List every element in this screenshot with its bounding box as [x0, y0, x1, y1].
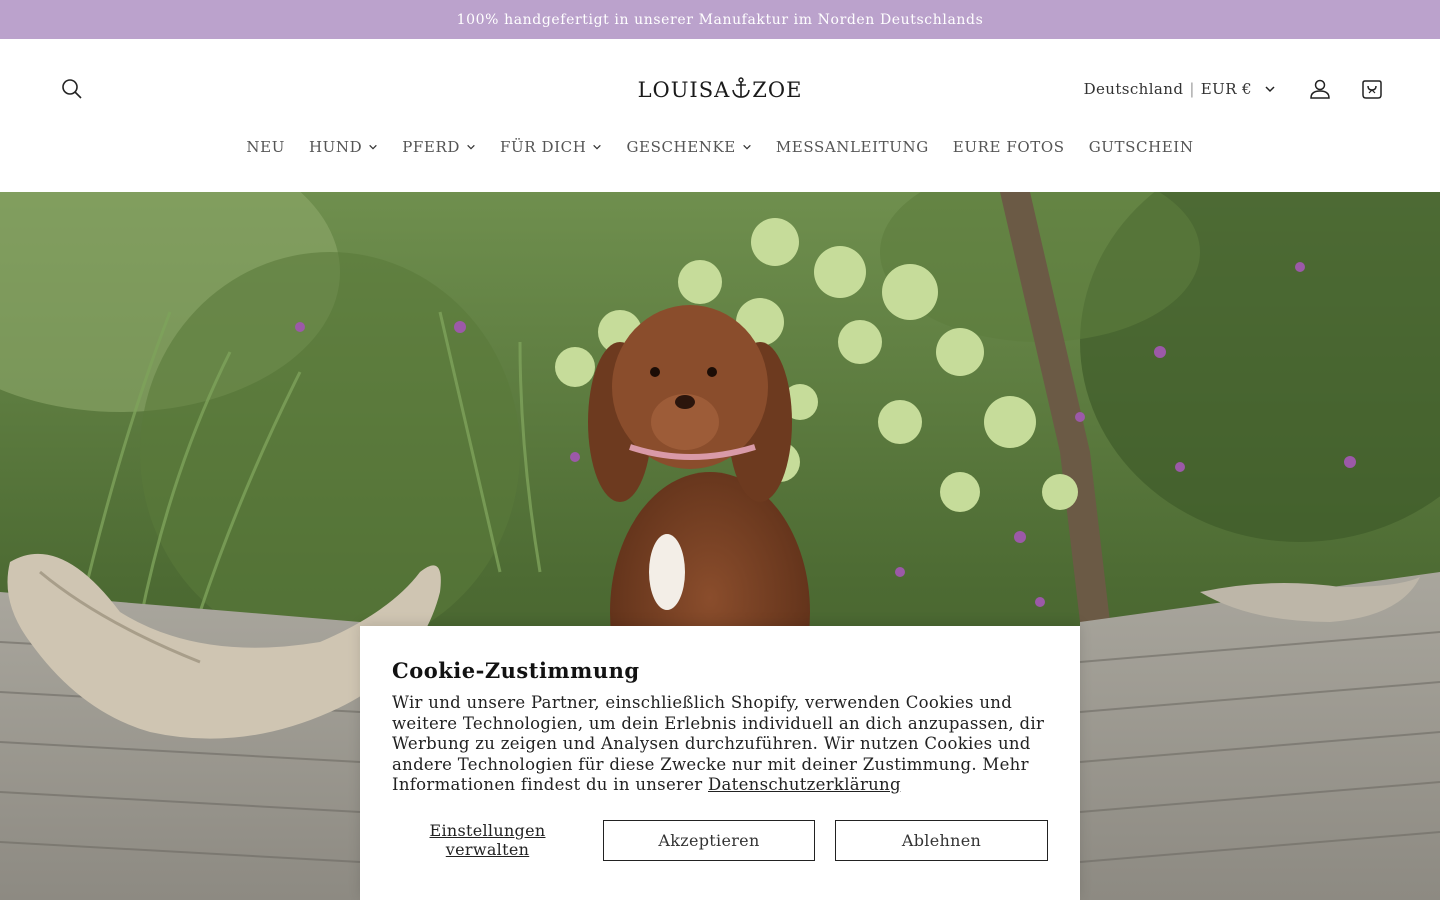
nav-item-gutschein[interactable]: GUTSCHEIN — [1077, 138, 1206, 156]
locale-selector[interactable]: Deutschland | EUR € — [1084, 80, 1284, 98]
cart-icon — [1362, 80, 1382, 99]
nav-item-geschenke[interactable]: GESCHENKE — [614, 138, 763, 156]
locale-currency: EUR € — [1200, 80, 1252, 98]
user-icon — [1310, 79, 1330, 99]
nav-item-label: EURE FOTOS — [952, 138, 1065, 156]
locale-country: Deutschland — [1083, 80, 1184, 98]
logo-text-right: ZOE — [752, 78, 803, 102]
chevron-down-icon — [593, 144, 602, 150]
privacy-policy-link[interactable]: Datenschutzerklärung — [708, 775, 901, 794]
cookie-title: Cookie-Zustimmung — [392, 658, 640, 683]
nav-item-neu[interactable]: NEU — [234, 138, 297, 156]
manage-settings-button[interactable]: Einstellungen verwalten — [392, 821, 583, 859]
cookie-actions: Einstellungen verwalten Akzeptieren Able… — [392, 819, 1048, 861]
nav-item-label: MESSANLEITUNG — [775, 138, 929, 156]
announcement-bar: 100% handgefertigt in unserer Manufaktur… — [0, 0, 1440, 39]
site-header: LOUISA ZOE Deutschland | EUR € NEU HUND … — [0, 39, 1440, 192]
accept-button[interactable]: Akzeptieren — [603, 819, 815, 861]
nav-item-messanleitung[interactable]: MESSANLEITUNG — [764, 138, 941, 156]
anchor-icon — [730, 77, 752, 104]
cart-button[interactable] — [1356, 73, 1388, 105]
nav-item-pferd[interactable]: PFERD — [390, 138, 488, 156]
chevron-down-icon — [743, 144, 751, 150]
nav-item-label: FÜR DICH — [500, 138, 587, 156]
nav-item-label: GUTSCHEIN — [1088, 138, 1194, 156]
nav-item-label: PFERD — [402, 138, 461, 156]
nav-item-eure-fotos[interactable]: EURE FOTOS — [941, 138, 1077, 156]
decline-button[interactable]: Ablehnen — [835, 819, 1048, 861]
chevron-down-icon — [1265, 86, 1275, 93]
logo-text-left: LOUISA — [637, 78, 731, 102]
header-utilities: Deutschland | EUR € — [1084, 73, 1388, 105]
nav-item-hund[interactable]: HUND — [297, 138, 390, 156]
nav-item-label: HUND — [308, 138, 363, 156]
cookie-consent-dialog: Cookie-Zustimmung Wir und unsere Partner… — [360, 626, 1080, 900]
chevron-down-icon — [467, 144, 475, 150]
account-button[interactable] — [1304, 73, 1336, 105]
locale-separator: | — [1189, 80, 1195, 98]
announcement-text: 100% handgefertigt in unserer Manufaktur… — [456, 11, 984, 28]
cookie-body: Wir und unsere Partner, einschließlich S… — [392, 693, 1048, 796]
nav-item-fuer-dich[interactable]: FÜR DICH — [488, 138, 614, 156]
main-navigation: NEU HUND PFERD FÜR DICH GESCHENKE MESSAN… — [0, 138, 1440, 156]
chevron-down-icon — [369, 144, 378, 150]
nav-item-label: NEU — [246, 138, 285, 156]
nav-item-label: GESCHENKE — [626, 138, 736, 156]
